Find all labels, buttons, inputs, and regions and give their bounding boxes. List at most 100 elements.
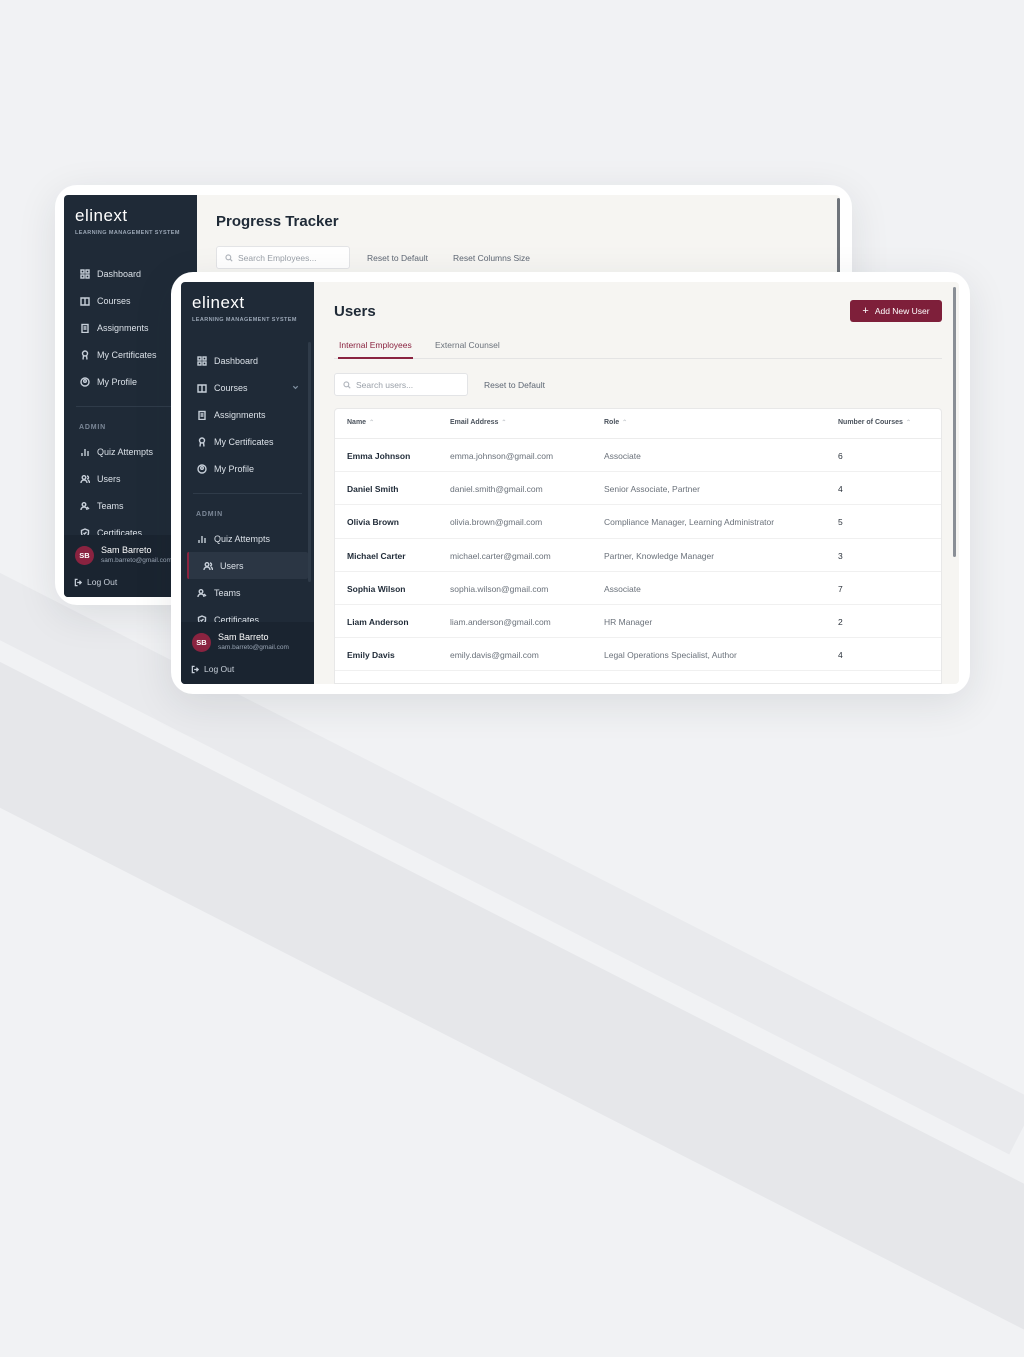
user-email: sam.barreto@gmail.com — [101, 557, 172, 564]
book-icon — [197, 383, 207, 393]
avatar: SB — [75, 546, 94, 565]
reset-columns-button[interactable]: Reset Columns Size — [453, 253, 530, 263]
sidebar-item-label: My Profile — [97, 376, 138, 387]
table-row[interactable]: Michael Carter michael.carter@gmail.com Pa… — [335, 539, 941, 572]
book-icon — [80, 296, 90, 306]
sidebar-item-my-certificates[interactable]: My Certificates — [181, 428, 314, 455]
tab-internal-employees[interactable]: Internal Employees — [338, 340, 413, 359]
sidebar-item-users[interactable]: Users — [187, 552, 308, 579]
logout-button[interactable]: Log Out — [191, 664, 234, 674]
role-cell: Associate — [604, 683, 641, 684]
page-title: Users — [334, 303, 376, 320]
table-row[interactable]: Sophia Wilson sophia.wilson@gmail.com Asso… — [335, 572, 941, 605]
user-name: Sam Barreto — [218, 632, 269, 642]
sidebar-item-quiz-attempts[interactable]: Quiz Attempts — [181, 525, 314, 552]
email-cell: james.walker@gmail.com — [450, 683, 547, 684]
email-cell: daniel.smith@gmail.com — [450, 484, 543, 495]
courses-cell: 4 — [838, 484, 843, 495]
role-cell: Senior Associate, Partner — [604, 484, 700, 495]
user-name-cell: Liam Anderson — [347, 616, 409, 627]
sidebar-item-label: Courses — [97, 295, 131, 306]
courses-cell: 6 — [838, 451, 843, 461]
column-header-courses[interactable]: Number of Courses ⌃ — [838, 419, 911, 426]
bar-chart-icon — [80, 447, 90, 457]
user-name: Sam Barreto — [101, 545, 152, 555]
logout-button[interactable]: Log Out — [74, 577, 117, 587]
table-row[interactable]: Liam Anderson liam.anderson@gmail.com HR M… — [335, 605, 941, 639]
sidebar-item-dashboard[interactable]: Dashboard — [181, 347, 314, 374]
email-cell: emily.davis@gmail.com — [450, 650, 539, 661]
role-cell: Associate — [604, 451, 641, 461]
table-row[interactable]: Olivia Brown olivia.brown@gmail.com Compli… — [335, 505, 941, 539]
scrollbar[interactable] — [953, 287, 956, 557]
team-icon — [80, 501, 90, 511]
sort-icon[interactable]: ⌃ — [906, 420, 911, 426]
user-name-cell: Olivia Brown — [347, 517, 399, 528]
front-device-frame: elinext Learning Management System Dashb… — [171, 272, 970, 694]
email-cell: liam.anderson@gmail.com — [450, 616, 551, 627]
clipboard-icon — [197, 410, 207, 420]
clipboard-icon — [80, 323, 90, 333]
role-cell: Legal Operations Specialist, Author — [604, 650, 737, 661]
user-name-cell: Emily Davis — [347, 650, 395, 661]
page-title: Progress Tracker — [216, 213, 339, 230]
sidebar-item-my-profile[interactable]: My Profile — [181, 455, 314, 482]
logo: elinext — [192, 293, 245, 312]
award-icon — [197, 436, 207, 447]
email-cell: sophia.wilson@gmail.com — [450, 583, 549, 594]
user-card[interactable]: SB Sam Barreto sam.barreto@gmail.com Log… — [181, 622, 314, 684]
add-new-user-button[interactable]: + Add New User — [850, 300, 942, 322]
logout-label: Log Out — [87, 577, 118, 587]
sidebar-item-label: My Certificates — [214, 436, 274, 447]
user-email: sam.barreto@gmail.com — [218, 644, 289, 651]
logo-subtitle: Learning Management System — [192, 317, 297, 323]
table-row[interactable]: Emma Johnson emma.johnson@gmail.com Associ… — [335, 439, 941, 473]
table-row[interactable]: Emily Davis emily.davis@gmail.com Legal Op… — [335, 638, 941, 672]
logo-subtitle: Learning Management System — [75, 230, 180, 236]
courses-cell: 3 — [838, 683, 843, 684]
column-header-name[interactable]: Name ⌃ — [347, 419, 374, 426]
sidebar-item-assignments[interactable]: Assignments — [181, 401, 314, 428]
search-placeholder: Search users... — [356, 379, 414, 390]
tab-external-counsel[interactable]: External Counsel — [435, 340, 500, 357]
sort-icon[interactable]: ⌃ — [369, 420, 374, 426]
user-name-cell: James Walker — [347, 683, 403, 684]
courses-cell: 7 — [838, 583, 843, 594]
sidebar-item-label: Quiz Attempts — [214, 533, 271, 544]
bar-chart-icon — [197, 534, 207, 544]
courses-cell: 3 — [838, 550, 843, 561]
add-new-user-label: Add New User — [874, 306, 930, 316]
dashboard-icon — [80, 268, 90, 279]
sidebar-item-label: Users — [97, 473, 121, 484]
sort-icon[interactable]: ⌃ — [501, 420, 506, 426]
sidebar-item-label: My Profile — [214, 463, 255, 474]
admin-section-label: ADMIN — [196, 511, 223, 518]
logo: elinext — [75, 206, 128, 225]
search-icon — [343, 380, 351, 389]
search-users-input[interactable]: Search users... — [334, 373, 468, 396]
front-screen: elinext Learning Management System Dashb… — [181, 282, 959, 684]
table-body: Emma Johnson emma.johnson@gmail.com Associ… — [335, 439, 941, 684]
plus-icon: + — [862, 304, 869, 317]
sidebar-scrollbar[interactable] — [308, 342, 311, 582]
tab-bar: Internal Employees External Counsel — [334, 335, 942, 359]
sidebar-item-label: Teams — [214, 587, 241, 598]
courses-cell: 4 — [838, 650, 843, 661]
search-icon — [225, 253, 233, 262]
sidebar-item-teams[interactable]: Teams — [181, 579, 314, 606]
table-row[interactable]: Daniel Smith daniel.smith@gmail.com Senior… — [335, 472, 941, 506]
reset-default-button[interactable]: Reset to Default — [484, 380, 545, 390]
column-header-email[interactable]: Email Address ⌃ — [450, 419, 506, 426]
search-employees-input[interactable]: Search Employees... — [216, 246, 350, 269]
email-cell: michael.carter@gmail.com — [450, 550, 551, 561]
table-row[interactable]: James Walker james.walker@gmail.com Associ… — [335, 671, 941, 684]
sidebar-item-label: Assignments — [97, 322, 149, 333]
reset-default-button[interactable]: Reset to Default — [367, 253, 428, 263]
sidebar-item-courses[interactable]: Courses — [181, 374, 314, 401]
courses-cell: 5 — [838, 517, 843, 528]
role-cell: Compliance Manager, Learning Administrat… — [604, 517, 775, 528]
chevron-down-icon[interactable] — [292, 383, 299, 390]
sort-icon[interactable]: ⌃ — [622, 420, 627, 426]
avatar: SB — [192, 633, 211, 652]
column-header-role[interactable]: Role ⌃ — [604, 419, 627, 426]
